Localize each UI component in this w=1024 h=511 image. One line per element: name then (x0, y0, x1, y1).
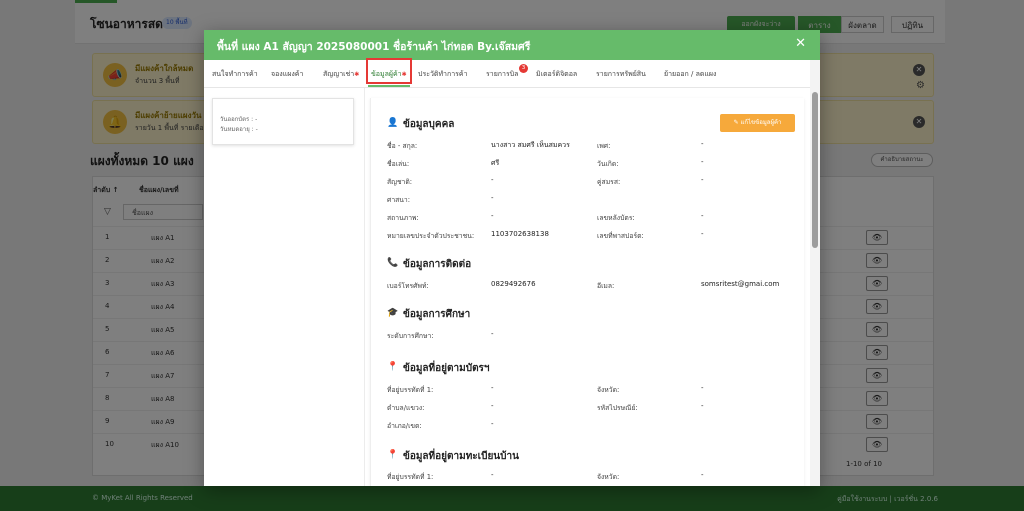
highlight-box (366, 58, 412, 84)
field-value: - (701, 212, 704, 220)
tab-label: มิเตอร์ดิจิตอล (536, 70, 578, 78)
tab-label: ประวัติทำการค้า (418, 70, 468, 78)
field-value: - (701, 176, 704, 184)
person-icon: 👤 (387, 118, 399, 128)
field-value: - (491, 330, 494, 338)
modal-body: วันออกบัตร : - วันหมดอายุ : - 👤 ข้อมูลบุ… (204, 88, 810, 486)
expiry-date: วันหมดอายุ : - (220, 126, 258, 133)
tab-booking[interactable]: จองแผงค้า (271, 69, 303, 80)
field-label: เลขที่พาสปอร์ต: (597, 232, 644, 240)
field-value: - (701, 471, 704, 479)
field-value: somsritest@gmai.com (701, 280, 780, 288)
field-label: อำเภอ/เขต: (387, 422, 422, 430)
section-title-address-card: ข้อมูลที่อยู่ตามบัตรฯ (403, 363, 490, 374)
field-label: สัญชาติ: (387, 178, 413, 186)
tab-interest[interactable]: สนใจทำการค้า (212, 69, 258, 80)
field-label: สถานภาพ: (387, 214, 419, 222)
section-title-personal: ข้อมูลบุคคล (403, 119, 455, 130)
field-label: เบอร์โทรศัพท์: (387, 282, 429, 290)
tab-trade-history[interactable]: ประวัติทำการค้า (418, 69, 468, 80)
field-value: 1103702638138 (491, 230, 549, 238)
field-value: - (491, 384, 494, 392)
tab-label: สัญญาเช่า (323, 70, 355, 78)
field-label: ที่อยู่บรรทัดที่ 1: (387, 473, 434, 481)
section-title-contact: ข้อมูลการติดต่อ (403, 259, 472, 270)
field-value: - (701, 230, 704, 238)
field-label: จังหวัด: (597, 386, 620, 394)
field-value: ศรี (491, 159, 500, 167)
required-star-icon: ✱ (354, 71, 360, 78)
close-icon[interactable]: ✕ (795, 37, 806, 51)
graduation-cap-icon: 🎓 (387, 308, 399, 318)
phone-icon: 📞 (387, 258, 399, 268)
tab-label: รายการบิล (486, 70, 519, 78)
tab-assets[interactable]: รายการทรัพย์สิน (596, 69, 646, 80)
divider (364, 88, 365, 486)
section-title-education: ข้อมูลการศึกษา (403, 309, 471, 320)
field-label: ศาสนา: (387, 196, 411, 204)
tab-contract[interactable]: สัญญาเช่า✱ (323, 69, 359, 80)
field-label: วันเกิด: (597, 160, 619, 168)
location-pin-icon: 📍 (387, 450, 399, 460)
field-label: ที่อยู่บรรทัดที่ 1: (387, 386, 434, 394)
id-card-info: วันออกบัตร : - วันหมดอายุ : - (212, 98, 354, 145)
location-pin-icon: 📍 (387, 362, 399, 372)
field-label: เลขหลังบัตร: (597, 214, 635, 222)
tab-digital-meter[interactable]: มิเตอร์ดิจิตอล (536, 69, 577, 80)
edit-button-label: แก้ไขข้อมูลผู้ค้า (740, 119, 782, 126)
vendor-detail-modal: พื้นที่ แผง A1 สัญญา 2025080001 ชื่อร้าน… (204, 30, 820, 486)
tab-label: รายการทรัพย์สิน (596, 70, 646, 78)
field-label: เพศ: (597, 142, 611, 150)
modal-header: พื้นที่ แผง A1 สัญญา 2025080001 ชื่อร้าน… (204, 30, 820, 60)
field-value: - (491, 194, 494, 202)
field-label: จังหวัด: (597, 473, 620, 481)
tab-label: สนใจทำการค้า (212, 70, 258, 78)
field-label: ระดับการศึกษา: (387, 332, 434, 340)
field-label: รหัสไปรษณีย์: (597, 404, 638, 412)
field-value: - (491, 420, 494, 428)
edit-vendor-button[interactable]: ✎ แก้ไขข้อมูลผู้ค้า (720, 114, 795, 132)
tab-label: จองแผงค้า (271, 70, 304, 78)
field-value: - (701, 402, 704, 410)
tab-bar: สนใจทำการค้า จองแผงค้า สัญญาเช่า✱ ข้อมูล… (204, 60, 810, 88)
field-value: - (701, 158, 704, 166)
tab-move-out[interactable]: ย้ายออก / ลดแผง (664, 69, 716, 80)
field-label: ตำบล/แขวง: (387, 404, 425, 412)
field-value: - (701, 384, 704, 392)
field-label: อีเมล: (597, 282, 615, 290)
field-value: นางสาว สมศรี เห็นสมควร (491, 141, 570, 149)
field-label: ชื่อ - สกุล: (387, 142, 418, 150)
field-label: ชื่อเล่น: (387, 160, 410, 168)
pencil-icon: ✎ (733, 119, 741, 126)
field-label: คู่สมรส: (597, 178, 621, 186)
field-label: หมายเลขประจำตัวประชาชน: (387, 232, 475, 240)
field-value: - (701, 140, 704, 148)
tab-bills[interactable]: รายการบิล (486, 69, 518, 80)
modal-title: พื้นที่ แผง A1 สัญญา 2025080001 ชื่อร้าน… (217, 41, 531, 53)
field-value: - (491, 176, 494, 184)
field-value: - (491, 402, 494, 410)
field-value: - (491, 471, 494, 479)
scrollbar-thumb[interactable] (812, 92, 818, 248)
section-title-address-house: ข้อมูลที่อยู่ตามทะเบียนบ้าน (403, 451, 519, 462)
tab-label: ย้ายออก / ลดแผง (664, 70, 717, 78)
field-value: - (491, 212, 494, 220)
bill-count-badge: 3 (519, 64, 528, 73)
issue-date: วันออกบัตร : - (220, 116, 258, 123)
active-tab-indicator (368, 85, 410, 87)
vendor-info-card: 👤 ข้อมูลบุคคล ✎ แก้ไขข้อมูลผู้ค้า ชื่อ -… (370, 98, 804, 486)
field-value: 0829492676 (491, 280, 536, 288)
